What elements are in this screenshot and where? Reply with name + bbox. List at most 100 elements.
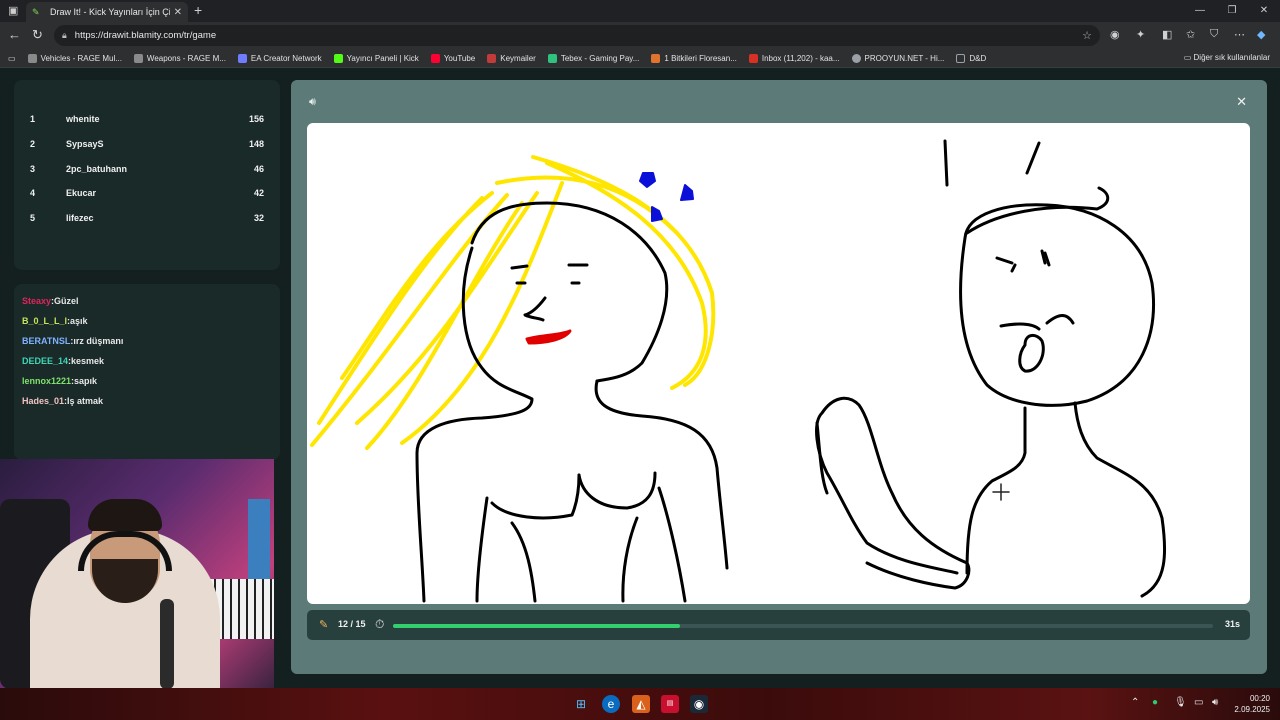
tab-close-icon[interactable]: ✕ xyxy=(174,7,182,18)
bookmark-favicon-icon xyxy=(851,53,861,63)
bookmark-item[interactable]: Inbox (11,202) - kaa... xyxy=(748,53,840,63)
steam-icon[interactable]: ◉ xyxy=(690,695,708,713)
monitor xyxy=(248,499,270,589)
player-name: lifezec xyxy=(66,213,94,223)
scoreboard-row: 3 2pc_batuhann 46 xyxy=(14,164,280,184)
chat-username: B_0_L_L_l xyxy=(22,316,68,326)
minimize-icon[interactable]: — xyxy=(1184,0,1216,22)
other-bookmarks-folder[interactable]: ▭ Diğer sık kullanılanlar xyxy=(1184,53,1270,62)
chat-username: lennox1221 xyxy=(22,376,72,386)
windows-start-icon[interactable]: ⊞ xyxy=(572,695,590,713)
split-screen-icon[interactable]: ◧ xyxy=(1162,28,1172,41)
red-lips xyxy=(525,329,572,345)
app-icon-red[interactable]: ▤ xyxy=(661,695,679,713)
bookmark-item[interactable]: Vehicles - RAGE Mul... xyxy=(27,53,122,63)
chat-text: sapık xyxy=(74,376,98,386)
copilot-icon[interactable]: ◆ xyxy=(1257,28,1265,41)
bookmark-label: YouTube xyxy=(443,53,476,63)
bookmark-label: Inbox (11,202) - kaa... xyxy=(761,53,840,63)
network-icon[interactable]: ▭ xyxy=(1194,697,1203,708)
yellow-hair-strokes xyxy=(310,155,716,450)
rank: 1 xyxy=(30,114,36,124)
folder-icon xyxy=(956,53,966,63)
scoreboard-row: 1 whenite 156 xyxy=(14,114,280,134)
microphone-icon[interactable]: 🎙︎ xyxy=(1174,697,1187,708)
bookmark-item[interactable]: Keymailer xyxy=(487,53,536,63)
chat-message: Hades_01:Iş atmak xyxy=(22,396,104,406)
bookmark-favicon-icon xyxy=(133,53,143,63)
bookmark-item[interactable]: 1 Bitkileri Floresan... xyxy=(651,53,737,63)
time-progress-fill xyxy=(393,624,680,628)
bookmark-item[interactable]: Yayıncı Paneli | Kick xyxy=(333,53,419,63)
app-icon-orange[interactable]: ◭ xyxy=(632,695,650,713)
chat-message: BERATNSL:ırz düşmanı xyxy=(22,336,124,346)
chat-username: BERATNSL xyxy=(22,336,71,346)
tab-title: Draw It! - Kick Yayınları İçin Çizim xyxy=(50,7,170,17)
scoreboard-panel: 1 whenite 156 2 SypsayS 148 3 2pc_batuha… xyxy=(14,80,280,270)
more-menu-icon[interactable]: ⋯ xyxy=(1234,28,1245,41)
url-input[interactable]: 🔒︎ https://drawit.blamity.com/tr/game ☆ xyxy=(54,25,1100,46)
new-tab-icon[interactable]: + xyxy=(194,2,202,18)
chat-text: kesmek xyxy=(71,356,105,366)
clock-date: 2.09.2025 xyxy=(1234,705,1270,714)
speaker-icon[interactable]: 🔊︎ xyxy=(309,96,316,109)
favorites-icon[interactable]: ✩ xyxy=(1186,28,1195,41)
chat-text: Güzel xyxy=(54,296,79,306)
volume-icon[interactable]: 🔊︎ xyxy=(1212,697,1218,708)
edge-browser-icon[interactable]: e xyxy=(602,695,620,713)
rank: 3 xyxy=(30,164,36,174)
vpn-shield-icon[interactable]: ⛉ xyxy=(1210,28,1218,41)
bookmarks-menu-icon[interactable]: ▭ xyxy=(8,54,16,63)
maximize-icon[interactable]: ❐ xyxy=(1216,0,1248,22)
favorite-star-icon[interactable]: ☆ xyxy=(1082,29,1092,42)
taskbar-clock[interactable]: 00:20 2.09.2025 xyxy=(1234,693,1270,715)
man-figure xyxy=(815,139,1167,598)
webcam-overlay xyxy=(0,459,274,688)
bookmark-favicon-icon xyxy=(748,53,758,63)
browser-titlebar: ▣ ✎ Draw It! - Kick Yayınları İçin Çizim… xyxy=(0,0,1280,22)
refresh-icon[interactable]: ↻ xyxy=(32,27,43,43)
bookmark-item[interactable]: PROOYUN.NET - Hi... xyxy=(851,53,944,63)
bookmark-item[interactable]: Tebex - Gaming Pay... xyxy=(547,53,639,63)
tray-app-icon[interactable]: ● xyxy=(1152,697,1158,708)
bookmark-label: D&D xyxy=(969,53,987,63)
back-icon[interactable]: ← xyxy=(8,27,21,42)
tray-expand-icon[interactable]: ⌃ xyxy=(1131,697,1139,708)
sidebar-toggle-icon[interactable]: ▣ xyxy=(8,4,18,17)
player-points: 156 xyxy=(248,114,264,124)
player-name: whenite xyxy=(66,114,100,124)
read-aloud-icon[interactable]: ◉ xyxy=(1110,28,1120,41)
player-name: SypsayS xyxy=(66,139,104,149)
chat-panel: Steaxy:Güzel B_0_L_L_l:aşık BERATNSL:ırz… xyxy=(14,284,280,460)
bookmark-item[interactable]: YouTube xyxy=(430,53,476,63)
streamer-hair xyxy=(88,499,162,531)
bookmark-item[interactable]: EA Creator Network xyxy=(237,53,322,63)
chat-message: DEDEE_14:kesmek xyxy=(22,356,105,366)
player-name: Ekucar xyxy=(66,188,97,198)
chat-username: Hades_01 xyxy=(22,396,65,406)
browser-tab[interactable]: ✎ Draw It! - Kick Yayınları İçin Çizim ✕ xyxy=(26,2,188,22)
tab-favicon-icon: ✎ xyxy=(32,7,40,17)
player-points: 32 xyxy=(253,213,264,223)
player-name: 2pc_batuhann xyxy=(66,164,128,174)
bookmark-folder[interactable]: D&D xyxy=(956,53,987,63)
bookmark-item[interactable]: Weapons - RAGE M... xyxy=(133,53,226,63)
bookmark-favicon-icon xyxy=(547,53,557,63)
other-bookmarks-label: Diğer sık kullanılanlar xyxy=(1193,53,1270,62)
stopwatch-icon: ⏱︎ xyxy=(375,617,385,631)
time-left: 31s xyxy=(1224,619,1240,629)
extensions-icon[interactable]: ✦ xyxy=(1136,28,1145,41)
scoreboard-row: 2 SypsayS 148 xyxy=(14,139,280,159)
bookmark-favicon-icon xyxy=(487,53,497,63)
drawing-svg xyxy=(310,139,1167,603)
drawing-canvas[interactable] xyxy=(307,123,1250,604)
player-points: 46 xyxy=(253,164,264,174)
chat-text: ırz düşmanı xyxy=(73,336,124,346)
bookmark-favicon-icon xyxy=(651,53,661,63)
microphone xyxy=(160,599,174,688)
bookmark-label: Vehicles - RAGE Mul... xyxy=(40,53,122,63)
player-points: 42 xyxy=(253,188,264,198)
window-close-icon[interactable]: ✕ xyxy=(1248,0,1280,22)
close-icon[interactable]: ✕ xyxy=(1236,94,1247,110)
pencil-icon: ✎ xyxy=(319,619,329,631)
